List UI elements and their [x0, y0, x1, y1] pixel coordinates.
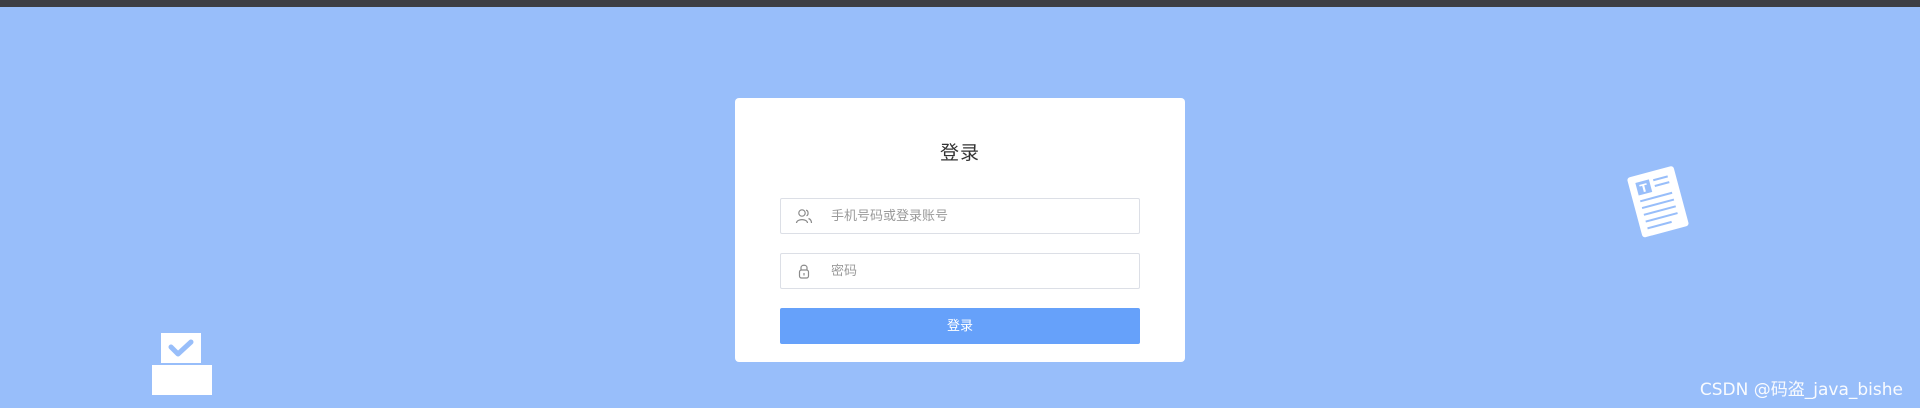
- document-icon: T: [1622, 163, 1692, 241]
- top-bar: [0, 0, 1920, 7]
- lock-icon: [795, 263, 813, 279]
- login-button[interactable]: 登录: [780, 308, 1140, 344]
- user-icon: [795, 208, 813, 224]
- login-card: 登录 登录: [735, 98, 1185, 362]
- username-input[interactable]: [831, 199, 1131, 233]
- checkbox-tray-icon: [150, 330, 214, 396]
- username-field[interactable]: [780, 198, 1140, 234]
- password-input[interactable]: [831, 254, 1131, 288]
- password-field[interactable]: [780, 253, 1140, 289]
- watermark-text: CSDN @码盗_java_bishe: [1699, 380, 1903, 400]
- login-title: 登录: [939, 142, 980, 164]
